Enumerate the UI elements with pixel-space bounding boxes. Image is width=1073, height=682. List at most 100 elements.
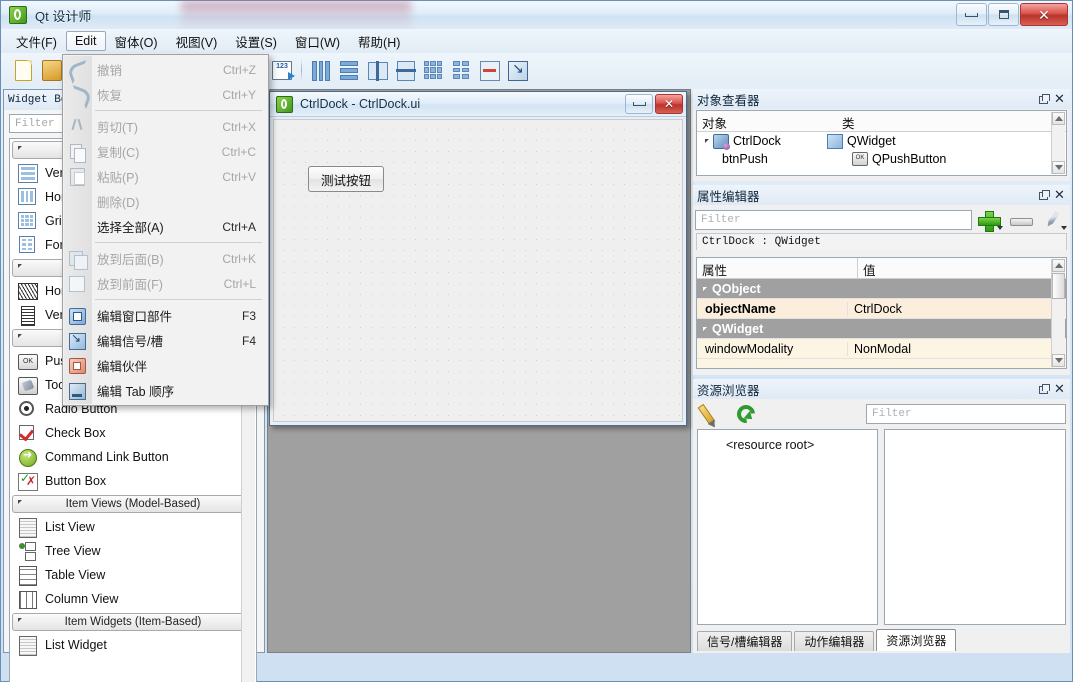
table-row[interactable]: CtrlDock QWidget: [697, 132, 1066, 150]
property-editor-scrollbar[interactable]: [1051, 259, 1065, 367]
menu-item-edit-widgets[interactable]: 编辑窗口部件 F3: [63, 303, 268, 328]
tab-signal-slot-editor[interactable]: 信号/槽编辑器: [697, 631, 793, 651]
object-inspector-scrollbar[interactable]: [1051, 112, 1065, 174]
close-icon[interactable]: ✕: [1053, 381, 1066, 396]
menu-item-select-all[interactable]: 选择全部(A) Ctrl+A: [63, 214, 268, 239]
expand-arrow-icon[interactable]: [703, 286, 707, 291]
resource-tree-root[interactable]: <resource root>: [698, 430, 877, 452]
menu-item-cut[interactable]: 剪切(T) Ctrl+X: [63, 114, 268, 139]
float-icon[interactable]: [1037, 93, 1050, 106]
menu-item-label: 恢复: [97, 89, 123, 103]
resource-filter-input[interactable]: Filter: [866, 404, 1066, 424]
layout-horizontal-icon[interactable]: [308, 57, 334, 83]
tab-resource-browser[interactable]: 资源浏览器: [876, 629, 957, 651]
expand-arrow-icon[interactable]: [705, 139, 709, 143]
layout-form-icon[interactable]: [448, 57, 474, 83]
form-close-button[interactable]: ✕: [655, 94, 683, 114]
menu-item-edit-signals-slots[interactable]: 编辑信号/槽 F4: [63, 328, 268, 353]
property-value[interactable]: CtrlDock: [847, 301, 1066, 316]
copy-icon: [63, 139, 91, 164]
layout-vertical-icon[interactable]: [336, 57, 362, 83]
menu-settings[interactable]: 设置(S): [226, 29, 286, 54]
widget-item-list-view[interactable]: List View: [10, 515, 256, 539]
menu-view[interactable]: 视图(V): [167, 29, 227, 54]
menu-item-edit-tab-order[interactable]: 编辑 Tab 顺序: [63, 378, 268, 403]
table-row[interactable]: objectName CtrlDock: [697, 299, 1066, 319]
widget-item-check-box[interactable]: Check Box: [10, 421, 256, 445]
float-icon[interactable]: [1037, 189, 1050, 202]
menu-item-label: 删除(D): [97, 196, 140, 210]
table-row[interactable]: QWidget: [697, 319, 1066, 339]
widget-item-button-box[interactable]: Button Box: [10, 469, 256, 493]
close-icon[interactable]: ✕: [1053, 187, 1066, 202]
table-row[interactable]: btnPush OK QPushButton: [697, 150, 1066, 168]
close-icon[interactable]: ✕: [1053, 91, 1066, 106]
widget-item-column-view[interactable]: Column View: [10, 587, 256, 611]
table-row[interactable]: QObject: [697, 279, 1066, 299]
edit-menu-popup[interactable]: 撤销 Ctrl+Z 恢复 Ctrl+Y 剪切(T) Ctrl+X 复制(C) C…: [62, 54, 269, 406]
widget-group-item-widgets[interactable]: Item Widgets (Item-Based): [12, 613, 254, 631]
widget-item-tree-view[interactable]: Tree View: [10, 539, 256, 563]
break-layout-icon[interactable]: [476, 57, 502, 83]
menu-edit[interactable]: Edit: [65, 31, 106, 51]
minimize-button[interactable]: [956, 3, 987, 26]
menu-file[interactable]: 文件(F): [7, 29, 66, 54]
remove-property-icon[interactable]: [1006, 208, 1036, 232]
table-row[interactable]: [697, 359, 1066, 368]
menu-form[interactable]: 窗体(O): [106, 29, 167, 54]
layout-grid-icon[interactable]: [420, 57, 446, 83]
resource-preview-pane[interactable]: [884, 429, 1066, 625]
menu-item-copy[interactable]: 复制(C) Ctrl+C: [63, 139, 268, 164]
resource-tree-pane[interactable]: <resource root>: [697, 429, 878, 625]
scroll-up-icon[interactable]: [1052, 112, 1065, 125]
widget-group-item-views[interactable]: Item Views (Model-Based): [12, 495, 254, 513]
edit-resources-icon[interactable]: [697, 401, 731, 427]
widget-item-table-view[interactable]: Table View: [10, 563, 256, 587]
menu-item-send-to-back[interactable]: 放到后面(B) Ctrl+K: [63, 246, 268, 271]
float-icon[interactable]: [1037, 383, 1050, 396]
adjust-size-icon[interactable]: [504, 57, 530, 83]
open-form-icon[interactable]: [38, 57, 64, 83]
add-property-icon[interactable]: [974, 208, 1004, 232]
restore-button[interactable]: [988, 3, 1019, 26]
redo-icon: [63, 82, 93, 110]
tab-action-editor[interactable]: 动作编辑器: [794, 631, 875, 651]
scroll-up-icon[interactable]: [1052, 259, 1065, 272]
widget-item-command-link-button[interactable]: Command Link Button: [10, 445, 256, 469]
new-form-icon[interactable]: [10, 57, 36, 83]
object-inspector-tree[interactable]: 对象 类 CtrlDock QWidget btnPush OK QPushBu…: [696, 110, 1067, 176]
widget-group-label: Item Widgets (Item-Based): [64, 616, 202, 628]
scroll-down-icon[interactable]: [1052, 354, 1065, 367]
property-editor-table[interactable]: 属性 值 QObject objectName CtrlDock QWidget…: [696, 257, 1067, 369]
scroll-thumb[interactable]: [1052, 273, 1065, 299]
menu-item-redo[interactable]: 恢复 Ctrl+Y: [63, 82, 268, 110]
form-window[interactable]: CtrlDock - CtrlDock.ui ✕ 测试按钮: [269, 91, 687, 426]
reload-icon[interactable]: [731, 401, 765, 427]
menu-item-paste[interactable]: 粘贴(P) Ctrl+V: [63, 164, 268, 189]
menu-item-edit-buddies[interactable]: 编辑伙伴: [63, 353, 268, 378]
property-value[interactable]: NonModal: [847, 341, 1066, 356]
layout-splitter-horizontal-icon[interactable]: [364, 57, 390, 83]
form-canvas[interactable]: 测试按钮: [273, 119, 683, 422]
menu-help[interactable]: 帮助(H): [349, 29, 409, 54]
scroll-down-icon[interactable]: [1052, 161, 1065, 174]
configure-icon[interactable]: [1038, 208, 1068, 232]
close-button[interactable]: ✕: [1020, 3, 1068, 26]
menu-item-bring-to-front[interactable]: 放到前面(F) Ctrl+L: [63, 271, 268, 296]
number-order-icon[interactable]: 123: [269, 57, 295, 83]
table-row[interactable]: windowModality NonModal: [697, 339, 1066, 359]
menu-item-shortcut: Ctrl+X: [222, 119, 256, 134]
menu-window[interactable]: 窗口(W): [286, 29, 349, 54]
widget-item-list-widget[interactable]: List Widget: [10, 633, 256, 657]
menu-item-label: 放到后面(B): [97, 253, 164, 267]
layout-splitter-vertical-icon[interactable]: [392, 57, 418, 83]
form-window-title: CtrlDock - CtrlDock.ui: [300, 97, 421, 111]
expand-arrow-icon[interactable]: [703, 326, 707, 331]
menu-item-undo[interactable]: 撤销 Ctrl+Z: [63, 57, 268, 85]
form-push-button[interactable]: 测试按钮: [308, 166, 384, 192]
menu-item-delete[interactable]: 删除(D): [63, 189, 268, 214]
menu-item-shortcut: F4: [241, 333, 256, 348]
mdi-workspace[interactable]: CtrlDock - CtrlDock.ui ✕ 测试按钮: [267, 89, 691, 653]
form-minimize-button[interactable]: [625, 94, 653, 114]
property-filter-input[interactable]: Filter: [695, 210, 972, 230]
